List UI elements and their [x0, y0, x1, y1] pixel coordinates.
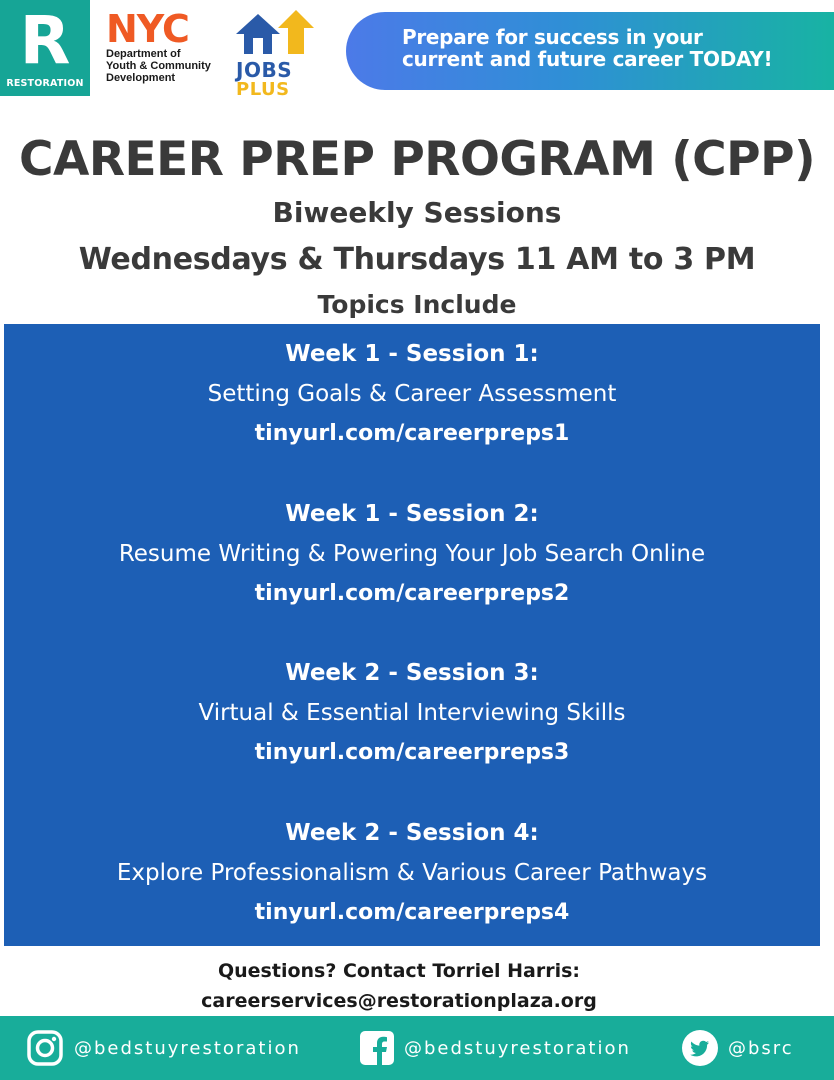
topics-heading: Topics Include: [317, 290, 517, 319]
session-link[interactable]: tinyurl.com/careerpreps1: [4, 414, 820, 454]
session-link[interactable]: tinyurl.com/careerpreps4: [4, 893, 820, 933]
session-topic: Explore Professionalism & Various Career…: [116, 860, 708, 886]
page-title: CAREER PREP PROGRAM (CPP): [18, 132, 816, 187]
jobs-plus-logo: JOBS PLUS: [232, 8, 318, 100]
facebook-handle: @bedstuyrestoration: [404, 1037, 631, 1059]
tagline-line-2: current and future career TODAY!: [402, 47, 773, 71]
session-heading: Week 1 - Session 1:: [285, 341, 539, 367]
contact-line: Questions? Contact Torriel Harris:: [217, 960, 581, 982]
tagline-banner: Prepare for success in your current and …: [346, 12, 834, 90]
session-1: Week 1 - Session 1: Setting Goals & Care…: [4, 334, 820, 454]
nyc-dept-line-2: Youth & Community: [106, 60, 211, 72]
jobs-plus-logo-plus: PLUS: [236, 79, 290, 100]
nyc-dept-line-1: Department of: [106, 48, 181, 60]
session-3: Week 2 - Session 3: Virtual & Essential …: [4, 653, 820, 773]
twitter-handle: @bsrc: [728, 1037, 794, 1059]
session-2: Week 1 - Session 2: Resume Writing & Pow…: [4, 494, 820, 614]
nyc-logo-word: NYC: [106, 7, 190, 51]
session-4: Week 2 - Session 4: Explore Professional…: [4, 813, 820, 933]
contact-email[interactable]: careerservices@restorationplaza.org: [0, 990, 816, 1012]
session-heading: Week 2 - Session 4:: [285, 820, 539, 846]
twitter-icon: [682, 1030, 718, 1066]
instagram-icon: [27, 1030, 63, 1066]
nyc-dycd-logo: NYC Department of Youth & Community Deve…: [106, 10, 228, 94]
house-arrow-icon: [236, 10, 314, 54]
instagram-handle: @bedstuyrestoration: [74, 1037, 301, 1059]
session-topic: Resume Writing & Powering Your Job Searc…: [118, 541, 706, 567]
facebook-link[interactable]: @bedstuyrestoration: [360, 1016, 631, 1080]
social-footer: @bedstuyrestoration @bedstuyrestoration …: [0, 1016, 834, 1080]
session-link[interactable]: tinyurl.com/careerpreps2: [4, 574, 820, 614]
sessions-panel: Week 1 - Session 1: Setting Goals & Care…: [4, 324, 820, 946]
tagline-line-1: Prepare for success in your: [402, 25, 703, 49]
twitter-link[interactable]: @bsrc: [682, 1016, 794, 1080]
session-topic: Setting Goals & Career Assessment: [207, 381, 617, 407]
session-heading: Week 2 - Session 3:: [285, 660, 539, 686]
schedule-frequency: Biweekly Sessions: [272, 196, 562, 229]
restoration-logo-word: RESTORATION: [6, 78, 84, 89]
session-link[interactable]: tinyurl.com/careerpreps3: [4, 733, 820, 773]
nyc-dept-line-3: Development: [106, 72, 176, 84]
restoration-logo-letter: R: [19, 2, 71, 79]
schedule-days-times: Wednesdays & Thursdays 11 AM to 3 PM: [78, 242, 756, 277]
session-topic: Virtual & Essential Interviewing Skills: [198, 700, 626, 726]
session-heading: Week 1 - Session 2:: [285, 501, 539, 527]
facebook-icon: [360, 1031, 394, 1065]
restoration-logo: R RESTORATION: [0, 0, 90, 96]
instagram-link[interactable]: @bedstuyrestoration: [26, 1016, 301, 1080]
